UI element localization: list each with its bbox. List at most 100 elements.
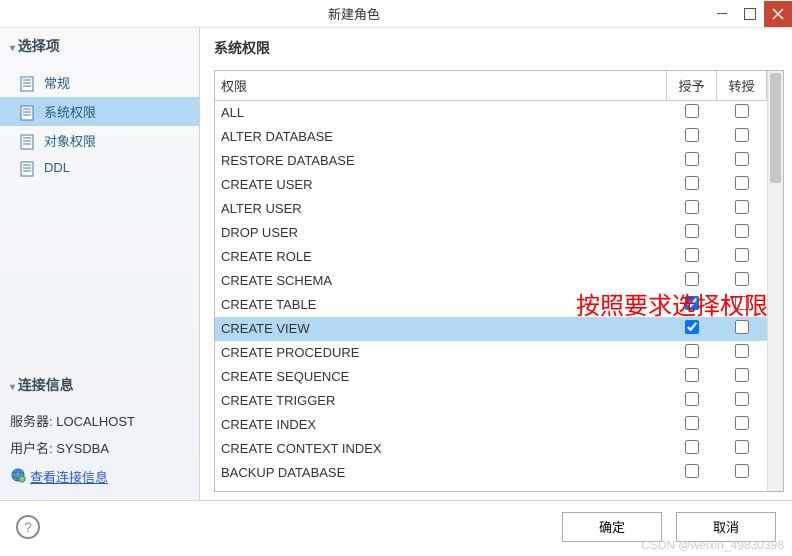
table-row[interactable]: BACKUP DATABASE bbox=[215, 461, 767, 485]
sidebar-item-0[interactable]: 常规 bbox=[0, 68, 199, 97]
permission-name: RESTORE DATABASE bbox=[215, 149, 667, 173]
permission-name: ALL bbox=[215, 101, 667, 125]
window-title: 新建角色 bbox=[0, 4, 708, 23]
transfer-checkbox[interactable] bbox=[735, 200, 749, 214]
table-row[interactable]: CREATE USER bbox=[215, 173, 767, 197]
sidebar-item-1[interactable]: 系统权限 bbox=[0, 97, 199, 126]
transfer-checkbox[interactable] bbox=[735, 248, 749, 262]
grant-checkbox[interactable] bbox=[685, 104, 699, 118]
permission-name: BACKUP DATABASE bbox=[215, 461, 667, 485]
view-connection-label: 查看连接信息 bbox=[30, 467, 108, 486]
content-title: 系统权限 bbox=[214, 38, 784, 58]
table-row[interactable]: RESTORE DATABASE bbox=[215, 149, 767, 173]
grant-checkbox[interactable] bbox=[685, 416, 699, 430]
sidebar: 选择项 常规系统权限对象权限DDL 连接信息 服务器: LOCALHOST 用户… bbox=[0, 28, 200, 500]
section-options-header[interactable]: 选择项 bbox=[0, 28, 199, 64]
table-row[interactable]: CREATE VIEW bbox=[215, 317, 767, 341]
permission-name: CREATE INDEX bbox=[215, 413, 667, 437]
permission-name: CREATE ROLE bbox=[215, 245, 667, 269]
grant-checkbox[interactable] bbox=[685, 248, 699, 262]
permission-name: ALTER DATABASE bbox=[215, 125, 667, 149]
server-value: LOCALHOST bbox=[56, 414, 135, 429]
maximize-button[interactable] bbox=[736, 1, 764, 27]
view-connection-link[interactable]: 查看连接信息 bbox=[10, 461, 189, 492]
page-icon bbox=[20, 105, 38, 119]
grant-checkbox[interactable] bbox=[685, 320, 699, 334]
table-row[interactable]: CREATE CONTEXT INDEX bbox=[215, 437, 767, 461]
content-pane: 系统权限 权限 授予 转授 ALLALTER DATABASERESTORE D… bbox=[200, 28, 792, 500]
grant-checkbox[interactable] bbox=[685, 128, 699, 142]
table-row[interactable]: ALL bbox=[215, 101, 767, 125]
section-connection-header[interactable]: 连接信息 bbox=[0, 367, 199, 403]
scrollbar-thumb[interactable] bbox=[770, 73, 781, 183]
help-button[interactable]: ? bbox=[16, 515, 40, 539]
table-row[interactable]: CREATE SEQUENCE bbox=[215, 365, 767, 389]
sidebar-item-label: 系统权限 bbox=[44, 102, 96, 121]
transfer-checkbox[interactable] bbox=[735, 152, 749, 166]
titlebar: 新建角色 bbox=[0, 0, 792, 28]
cancel-button[interactable]: 取消 bbox=[676, 512, 776, 542]
watermark: CSDN @weixin_49830398 bbox=[641, 538, 784, 552]
permission-name: CREATE TRIGGER bbox=[215, 389, 667, 413]
grant-checkbox[interactable] bbox=[685, 296, 699, 310]
table-row[interactable]: CREATE ROLE bbox=[215, 245, 767, 269]
page-icon bbox=[20, 161, 38, 175]
transfer-checkbox[interactable] bbox=[735, 224, 749, 238]
transfer-checkbox[interactable] bbox=[735, 272, 749, 286]
transfer-checkbox[interactable] bbox=[735, 104, 749, 118]
table-row[interactable]: CREATE PROCEDURE bbox=[215, 341, 767, 365]
permissions-table: 权限 授予 转授 ALLALTER DATABASERESTORE DATABA… bbox=[215, 71, 767, 485]
col-grant[interactable]: 授予 bbox=[667, 71, 717, 101]
transfer-checkbox[interactable] bbox=[735, 296, 749, 310]
sidebar-item-3[interactable]: DDL bbox=[0, 155, 199, 180]
sidebar-item-label: 对象权限 bbox=[44, 131, 96, 150]
col-transfer[interactable]: 转授 bbox=[717, 71, 767, 101]
grant-checkbox[interactable] bbox=[685, 464, 699, 478]
close-button[interactable] bbox=[764, 1, 792, 27]
grant-checkbox[interactable] bbox=[685, 392, 699, 406]
transfer-checkbox[interactable] bbox=[735, 416, 749, 430]
grant-checkbox[interactable] bbox=[685, 272, 699, 286]
transfer-checkbox[interactable] bbox=[735, 128, 749, 142]
grant-checkbox[interactable] bbox=[685, 152, 699, 166]
world-icon bbox=[10, 467, 26, 486]
transfer-checkbox[interactable] bbox=[735, 344, 749, 358]
permission-name: CREATE SEQUENCE bbox=[215, 365, 667, 389]
permission-name: ALTER USER bbox=[215, 197, 667, 221]
sidebar-item-2[interactable]: 对象权限 bbox=[0, 126, 199, 155]
table-row[interactable]: ALTER USER bbox=[215, 197, 767, 221]
transfer-checkbox[interactable] bbox=[735, 464, 749, 478]
transfer-checkbox[interactable] bbox=[735, 320, 749, 334]
page-icon bbox=[20, 134, 38, 148]
permission-name: CREATE USER bbox=[215, 173, 667, 197]
grant-checkbox[interactable] bbox=[685, 224, 699, 238]
grant-checkbox[interactable] bbox=[685, 368, 699, 382]
server-info: 服务器: LOCALHOST bbox=[10, 407, 189, 434]
permission-name: CREATE TABLE bbox=[215, 293, 667, 317]
sidebar-item-label: DDL bbox=[44, 160, 70, 175]
ok-button[interactable]: 确定 bbox=[562, 512, 662, 542]
grant-checkbox[interactable] bbox=[685, 176, 699, 190]
grant-checkbox[interactable] bbox=[685, 440, 699, 454]
table-row[interactable]: ALTER DATABASE bbox=[215, 125, 767, 149]
permission-name: CREATE CONTEXT INDEX bbox=[215, 437, 667, 461]
user-value: SYSDBA bbox=[56, 441, 109, 456]
table-row[interactable]: CREATE INDEX bbox=[215, 413, 767, 437]
table-row[interactable]: CREATE TABLE bbox=[215, 293, 767, 317]
transfer-checkbox[interactable] bbox=[735, 176, 749, 190]
table-row[interactable]: CREATE SCHEMA bbox=[215, 269, 767, 293]
page-icon bbox=[20, 76, 38, 90]
table-row[interactable]: DROP USER bbox=[215, 221, 767, 245]
scrollbar[interactable] bbox=[767, 71, 783, 491]
grant-checkbox[interactable] bbox=[685, 344, 699, 358]
table-row[interactable]: CREATE TRIGGER bbox=[215, 389, 767, 413]
col-permission[interactable]: 权限 bbox=[215, 71, 667, 101]
permission-name: DROP USER bbox=[215, 221, 667, 245]
permission-name: CREATE SCHEMA bbox=[215, 269, 667, 293]
transfer-checkbox[interactable] bbox=[735, 368, 749, 382]
server-label: 服务器: bbox=[10, 414, 53, 429]
grant-checkbox[interactable] bbox=[685, 200, 699, 214]
transfer-checkbox[interactable] bbox=[735, 392, 749, 406]
transfer-checkbox[interactable] bbox=[735, 440, 749, 454]
minimize-button[interactable] bbox=[708, 1, 736, 27]
